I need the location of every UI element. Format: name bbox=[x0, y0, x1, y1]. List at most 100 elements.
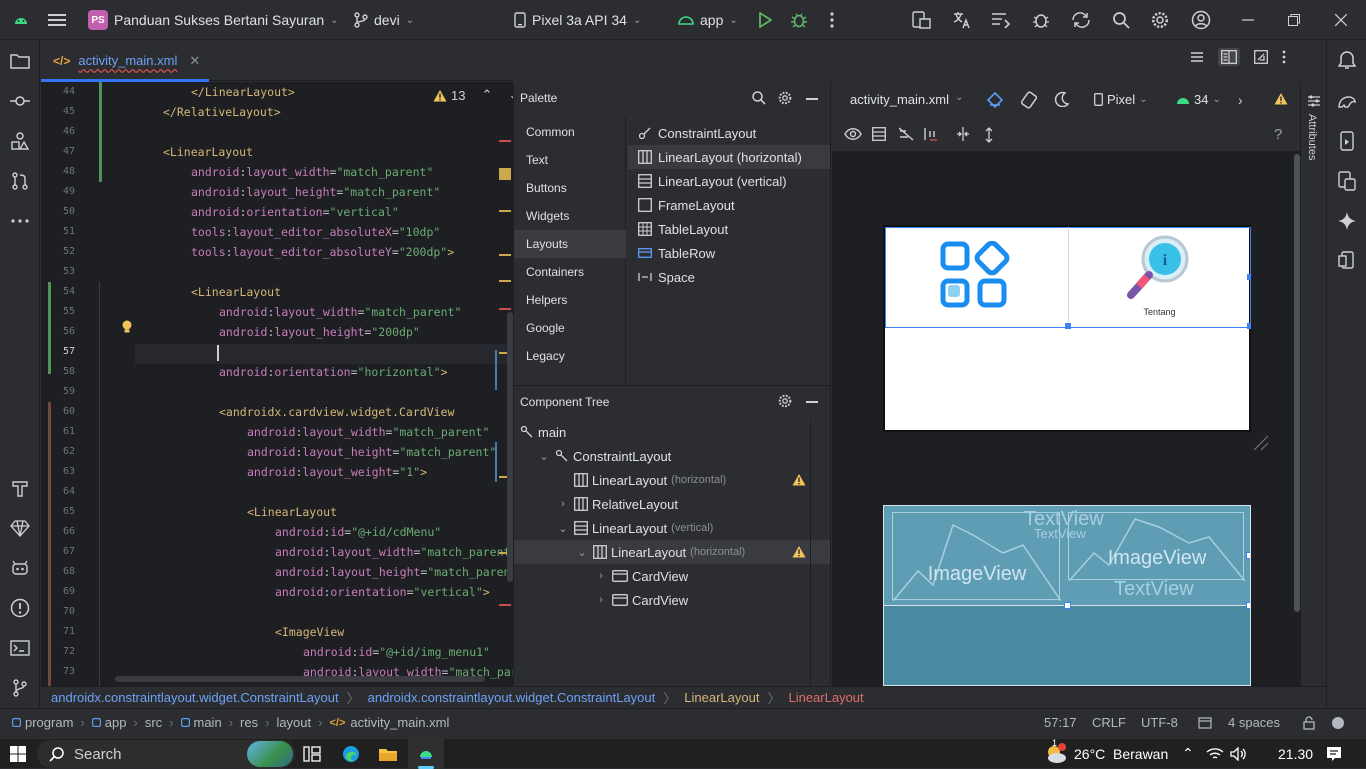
status-path-item[interactable]: program bbox=[25, 715, 73, 730]
edge-browser-icon[interactable] bbox=[342, 745, 360, 763]
search-icon[interactable] bbox=[1112, 0, 1130, 40]
tree-row[interactable]: ⌄ LinearLayout (vertical) bbox=[514, 516, 830, 540]
minimize-icon[interactable] bbox=[1242, 0, 1254, 40]
margin-icon[interactable] bbox=[872, 127, 886, 141]
device-mirroring-icon[interactable] bbox=[1327, 123, 1366, 159]
code-editor[interactable]: 44 </LinearLayout> 45 </RelativeLayout> 46 47… bbox=[41, 82, 513, 686]
palette-item[interactable]: LinearLayout (horizontal) bbox=[628, 145, 830, 169]
pull-requests-icon[interactable] bbox=[0, 163, 40, 199]
palette-category[interactable]: Common bbox=[514, 118, 626, 146]
horizontal-scrollbar[interactable] bbox=[115, 676, 485, 682]
sync-gradle-icon[interactable] bbox=[1070, 0, 1092, 40]
version-control-icon[interactable] bbox=[0, 670, 40, 706]
clock[interactable]: 21.30 bbox=[1278, 746, 1313, 762]
code-line[interactable]: </LinearLayout> bbox=[191, 85, 295, 99]
expand-vertical-icon[interactable] bbox=[984, 127, 994, 143]
code-line[interactable]: android:layout_height="match_parent" bbox=[247, 445, 496, 459]
weather-desc[interactable]: Berawan bbox=[1113, 746, 1168, 762]
close-tab-icon[interactable]: ✕ bbox=[189, 53, 200, 69]
close-icon[interactable] bbox=[1335, 0, 1347, 40]
file-explorer-icon[interactable] bbox=[378, 746, 398, 762]
maximize-icon[interactable] bbox=[1288, 0, 1300, 40]
status-path-item[interactable]: layout bbox=[276, 715, 311, 730]
search-icon[interactable] bbox=[752, 91, 766, 105]
breadcrumb-item[interactable]: LinearLayout bbox=[684, 690, 759, 705]
code-line[interactable]: <androidx.cardview.widget.CardView bbox=[219, 405, 454, 419]
resource-manager-icon[interactable] bbox=[0, 123, 40, 159]
code-line[interactable]: android:layout_height="match_parent" bbox=[191, 185, 440, 199]
status-path-item[interactable]: res bbox=[240, 715, 258, 730]
device-explorer-icon[interactable] bbox=[1327, 243, 1366, 279]
palette-category[interactable]: Google bbox=[514, 314, 626, 342]
chevron-down-icon[interactable]: ⌄ bbox=[575, 546, 589, 559]
night-mode-icon[interactable] bbox=[1054, 91, 1070, 107]
device-manager-icon[interactable] bbox=[912, 0, 932, 40]
palette-item[interactable]: Space bbox=[628, 265, 830, 289]
android-bot-icon[interactable] bbox=[0, 550, 40, 586]
palette-item[interactable]: FrameLayout bbox=[628, 193, 830, 217]
palette-item[interactable]: TableRow bbox=[628, 241, 830, 265]
tree-row[interactable]: LinearLayout (horizontal) bbox=[514, 468, 830, 492]
lightbulb-icon[interactable] bbox=[121, 320, 133, 334]
file-selector[interactable]: activity_main.xml ⌄ bbox=[850, 92, 963, 107]
wifi-icon[interactable] bbox=[1206, 747, 1224, 761]
code-line[interactable]: android:layout_height="200dp" bbox=[219, 325, 420, 339]
chevron-right-icon[interactable]: › bbox=[594, 570, 608, 582]
android-logo-icon[interactable] bbox=[14, 0, 28, 40]
run-icon[interactable] bbox=[758, 0, 772, 40]
gradle-icon[interactable] bbox=[1327, 83, 1366, 119]
running-devices-icon[interactable] bbox=[1327, 163, 1366, 199]
code-line[interactable]: android:layout_width="match_parent" bbox=[275, 545, 513, 559]
palette-category[interactable]: Text bbox=[514, 146, 626, 174]
editorconfig-icon[interactable] bbox=[1198, 717, 1212, 729]
minimize-panel-icon[interactable] bbox=[806, 98, 818, 100]
show-hidden-icons-icon[interactable]: ⌃ bbox=[1182, 745, 1194, 762]
minimize-panel-icon[interactable] bbox=[806, 401, 818, 403]
android-studio-taskbar-button[interactable] bbox=[408, 739, 444, 769]
palette-category[interactable]: Helpers bbox=[514, 286, 626, 314]
status-path-item[interactable]: app bbox=[105, 715, 127, 730]
taskbar-search-box[interactable]: Search bbox=[37, 740, 295, 768]
task-view-icon[interactable] bbox=[303, 746, 321, 762]
more-tools-icon[interactable] bbox=[0, 203, 40, 239]
code-line[interactable]: <LinearLayout bbox=[163, 145, 253, 159]
project-selector[interactable]: PS Panduan Sukses Bertani Sayuran ⌄ bbox=[88, 0, 339, 40]
tree-row[interactable]: ⌄ LinearLayout (horizontal) bbox=[514, 540, 830, 564]
volume-icon[interactable] bbox=[1230, 747, 1248, 761]
build-hammer-icon[interactable] bbox=[0, 470, 40, 506]
chevron-right-icon[interactable]: › bbox=[556, 498, 570, 510]
palette-item[interactable]: LinearLayout (vertical) bbox=[628, 169, 830, 193]
code-line[interactable]: </RelativeLayout> bbox=[163, 105, 281, 119]
code-line[interactable]: tools:layout_editor_absoluteY="200dp"> bbox=[191, 245, 454, 259]
blueprint-preview-screen[interactable]: ImageView ImageView TextView TextView Te… bbox=[883, 505, 1251, 686]
tab-activity-main[interactable]: </> activity_main.xml ✕ bbox=[41, 40, 209, 82]
debug-icon[interactable] bbox=[790, 0, 808, 40]
pack-horizontal-icon[interactable] bbox=[956, 127, 970, 141]
chevron-down-icon[interactable]: ⌄ bbox=[537, 450, 551, 463]
eye-icon[interactable] bbox=[844, 127, 862, 141]
palette-category[interactable]: Legacy bbox=[514, 342, 626, 370]
tree-row[interactable]: › CardView bbox=[514, 564, 830, 588]
line-separator[interactable]: CRLF bbox=[1092, 715, 1126, 730]
orientation-icon[interactable] bbox=[1020, 91, 1038, 109]
code-line[interactable]: android:layout_width="match_parent" bbox=[247, 425, 489, 439]
notifications-icon[interactable] bbox=[1327, 42, 1366, 78]
logcat-icon[interactable] bbox=[991, 0, 1011, 40]
code-line[interactable]: android:orientation="horizontal"> bbox=[219, 365, 448, 379]
palette-category[interactable]: Layouts bbox=[514, 230, 626, 258]
constraints-off-icon[interactable] bbox=[898, 127, 914, 141]
resize-handle-icon[interactable] bbox=[1252, 434, 1270, 452]
attributes-label[interactable]: Attributes bbox=[1306, 114, 1318, 160]
code-view-icon[interactable] bbox=[1190, 51, 1204, 63]
code-line[interactable]: android:id="@+id/cdMenu" bbox=[275, 525, 441, 539]
status-path-item[interactable]: main bbox=[194, 715, 222, 730]
code-line[interactable]: <LinearLayout bbox=[191, 285, 281, 299]
caret-position[interactable]: 57:17 bbox=[1044, 715, 1077, 730]
chevron-right-icon[interactable]: › bbox=[594, 594, 608, 606]
gem-icon[interactable] bbox=[0, 510, 40, 546]
baseline-icon[interactable] bbox=[924, 127, 938, 141]
tree-row[interactable]: › CardView bbox=[514, 588, 830, 612]
status-path-item[interactable]: src bbox=[145, 715, 162, 730]
code-line[interactable]: android:layout_weight="1"> bbox=[247, 465, 427, 479]
palette-item[interactable]: ConstraintLayout bbox=[628, 121, 830, 145]
